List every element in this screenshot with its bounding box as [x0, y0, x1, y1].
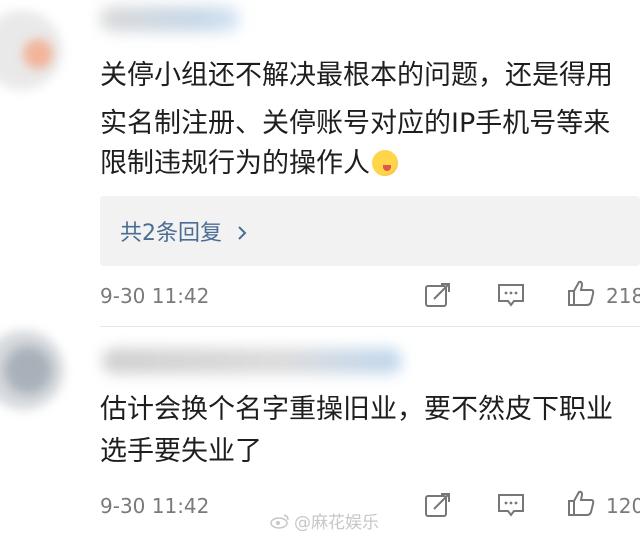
username[interactable] — [102, 348, 402, 374]
watermark-text: @麻花娱乐 — [294, 513, 379, 533]
repost-icon[interactable] — [422, 490, 452, 520]
comment-text-line: 实名制注册、关停账号对应的IP手机号等来 — [100, 108, 611, 139]
thumbs-up-icon[interactable] — [566, 278, 596, 308]
comment-text-line-wrap: 限制违规行为的操作人 — [100, 144, 398, 184]
username[interactable] — [100, 6, 240, 32]
divider — [100, 326, 640, 327]
reply-count-label: 共2条回复 — [120, 221, 222, 246]
comment-icon[interactable] — [496, 280, 526, 310]
comment-icon[interactable] — [496, 490, 526, 520]
timestamp: 9-30 11:42 — [100, 284, 210, 308]
comment-text-line: 限制违规行为的操作人 — [100, 148, 370, 179]
reply-link[interactable]: 共2条回复 — [120, 215, 249, 247]
chevron-right-icon — [238, 226, 247, 240]
avatar[interactable] — [0, 330, 64, 410]
watermark: @麻花娱乐 — [270, 508, 379, 533]
comment-text-line: 选手要失业了 — [100, 436, 262, 467]
comment-text-line: 关停小组还不解决最根本的问题，还是得用 — [100, 60, 613, 91]
weibo-icon — [270, 513, 289, 529]
avatar[interactable] — [0, 10, 62, 90]
timestamp: 9-30 11:42 — [100, 494, 210, 518]
comment-text-line: 估计会换个名字重操旧业，要不然皮下职业 — [100, 394, 613, 425]
thumbs-up-icon[interactable] — [566, 488, 596, 518]
repost-icon[interactable] — [422, 280, 452, 310]
yummy-face-emoji — [372, 150, 398, 176]
like-count: 218 — [606, 284, 640, 308]
like-count: 120 — [606, 494, 640, 518]
